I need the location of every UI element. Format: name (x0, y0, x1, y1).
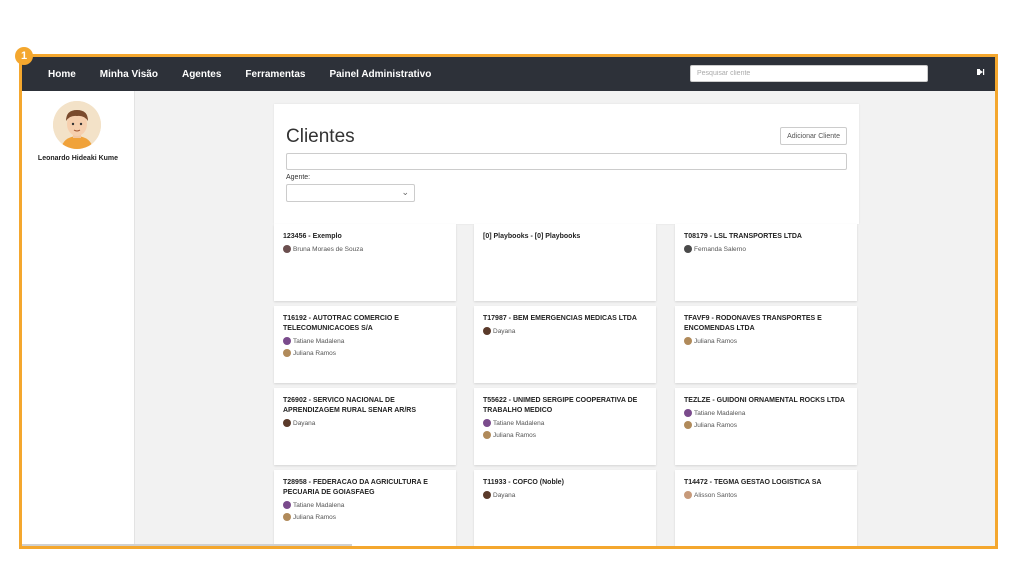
client-card-title[interactable]: T08179 - LSL TRANSPORTES LTDA (684, 232, 848, 242)
sidebar: Leonardo Hideaki Kume (22, 91, 135, 546)
annotation-badge: 1 (15, 47, 33, 65)
agent-avatar (483, 419, 491, 427)
client-card[interactable]: T28958 - FEDERACAO DA AGRICULTURA E PECU… (274, 470, 456, 546)
agent-name: Tatiane Madalena (293, 337, 345, 345)
client-agent: Alisson Santos (684, 490, 848, 500)
client-agent: Juliana Ramos (283, 348, 447, 358)
client-agent: Juliana Ramos (483, 430, 647, 440)
client-filter-input[interactable] (286, 153, 847, 170)
client-card[interactable]: T17987 - BEM EMERGENCIAS MEDICAS LTDA Day… (474, 306, 656, 383)
agent-avatar (483, 491, 491, 499)
client-agent: Dayana (483, 326, 647, 336)
agent-avatar (684, 337, 692, 345)
nav-minha-visao[interactable]: Minha Visão (88, 69, 170, 80)
agent-avatar (684, 421, 692, 429)
client-card[interactable]: T08179 - LSL TRANSPORTES LTDA Fernanda Sa… (675, 224, 857, 301)
client-agent: Juliana Ramos (684, 420, 848, 430)
client-card[interactable]: T26902 - SERVICO NACIONAL DE APRENDIZAGE… (274, 388, 456, 465)
agent-name: Juliana Ramos (493, 431, 536, 439)
agent-avatar (283, 419, 291, 427)
client-card-title[interactable]: [0] Playbooks - [0] Playbooks (483, 232, 647, 242)
agent-avatar (483, 327, 491, 335)
app-window: Home Minha Visão Agentes Ferramentas Pai… (19, 54, 998, 549)
client-card[interactable]: TEZLZE - GUIDONI ORNAMENTAL ROCKS LTDA Ta… (675, 388, 857, 465)
client-card-title[interactable]: T14472 - TEGMA GESTAO LOGISTICA SA (684, 478, 848, 488)
client-card[interactable]: T14472 - TEGMA GESTAO LOGISTICA SA Alisso… (675, 470, 857, 546)
page-title: Clientes (286, 126, 355, 147)
client-agent: Dayana (283, 418, 447, 428)
agent-name: Bruna Moraes de Souza (293, 245, 364, 253)
client-search-input[interactable] (690, 65, 928, 82)
agent-avatar (283, 349, 291, 357)
client-card[interactable]: T55622 - UNIMED SERGIPE COOPERATIVA DE T… (474, 388, 656, 465)
client-card-title[interactable]: T11933 - COFCO (Noble) (483, 478, 647, 488)
agent-avatar (283, 501, 291, 509)
nav-ferramentas[interactable]: Ferramentas (233, 69, 317, 80)
agent-name: Juliana Ramos (694, 421, 737, 429)
agent-name: Tatiane Madalena (493, 419, 545, 427)
client-card-title[interactable]: T26902 - SERVICO NACIONAL DE APRENDIZAGE… (283, 396, 447, 416)
client-card-title[interactable]: 123456 - Exemplo (283, 232, 447, 242)
agent-avatar (483, 431, 491, 439)
chevron-down-icon: ⌄ (401, 187, 409, 197)
client-agent: Tatiane Madalena (684, 408, 848, 418)
client-card-title[interactable]: TFAVF9 - RODONAVES TRANSPORTES E ENCOMEN… (684, 314, 848, 334)
nav-agentes[interactable]: Agentes (170, 69, 233, 80)
agent-avatar (684, 491, 692, 499)
clients-header-panel: Clientes Adicionar Cliente Agente: ⌄ (274, 104, 859, 224)
agent-name: Tatiane Madalena (293, 501, 345, 509)
client-card-title[interactable]: T55622 - UNIMED SERGIPE COOPERATIVA DE T… (483, 396, 647, 416)
client-card-title[interactable]: T28958 - FEDERACAO DA AGRICULTURA E PECU… (283, 478, 447, 498)
agent-name: Fernanda Salerno (694, 245, 747, 253)
client-agent: Tatiane Madalena (483, 418, 647, 428)
nav-painel-administrativo[interactable]: Painel Administrativo (317, 69, 443, 80)
horizontal-scrollbar[interactable] (22, 544, 352, 546)
agent-name: Dayana (493, 327, 516, 335)
agent-name: Juliana Ramos (694, 337, 737, 345)
user-name: Leonardo Hideaki Kume (37, 155, 119, 162)
client-card[interactable]: T11933 - COFCO (Noble) Dayana (474, 470, 656, 546)
client-card[interactable]: [0] Playbooks - [0] Playbooks (474, 224, 656, 301)
logout-icon[interactable] (977, 68, 985, 78)
client-agent: Fernanda Salerno (684, 244, 848, 254)
client-agent: Juliana Ramos (283, 512, 447, 522)
agent-name: Alisson Santos (694, 491, 737, 499)
add-client-button[interactable]: Adicionar Cliente (780, 127, 847, 145)
client-card[interactable]: TFAVF9 - RODONAVES TRANSPORTES E ENCOMEN… (675, 306, 857, 383)
agent-name: Juliana Ramos (293, 513, 336, 521)
user-avatar (53, 101, 101, 149)
client-card-title[interactable]: TEZLZE - GUIDONI ORNAMENTAL ROCKS LTDA (684, 396, 848, 406)
agent-avatar (283, 337, 291, 345)
client-agent: Bruna Moraes de Souza (283, 244, 447, 254)
agent-avatar (684, 245, 692, 253)
agent-avatar (283, 513, 291, 521)
nav-home[interactable]: Home (36, 69, 88, 80)
client-agent: Juliana Ramos (684, 336, 848, 346)
agent-avatar (684, 409, 692, 417)
agent-name: Juliana Ramos (293, 349, 336, 357)
client-card[interactable]: T16192 - AUTOTRAC COMERCIO E TELECOMUNIC… (274, 306, 456, 383)
agent-name: Tatiane Madalena (694, 409, 746, 417)
agent-name: Dayana (493, 491, 516, 499)
client-agent: Tatiane Madalena (283, 500, 447, 510)
client-card-title[interactable]: T16192 - AUTOTRAC COMERCIO E TELECOMUNIC… (283, 314, 447, 334)
client-card-title[interactable]: T17987 - BEM EMERGENCIAS MEDICAS LTDA (483, 314, 647, 324)
agent-name: Dayana (293, 419, 316, 427)
agent-filter-label: Agente: (286, 174, 311, 181)
agent-avatar (283, 245, 291, 253)
top-navbar: Home Minha Visão Agentes Ferramentas Pai… (22, 57, 995, 91)
client-agent: Tatiane Madalena (283, 336, 447, 346)
client-agent: Dayana (483, 490, 647, 500)
client-card[interactable]: 123456 - Exemplo Bruna Moraes de Souza (274, 224, 456, 301)
agent-select[interactable]: ⌄ (286, 184, 415, 202)
